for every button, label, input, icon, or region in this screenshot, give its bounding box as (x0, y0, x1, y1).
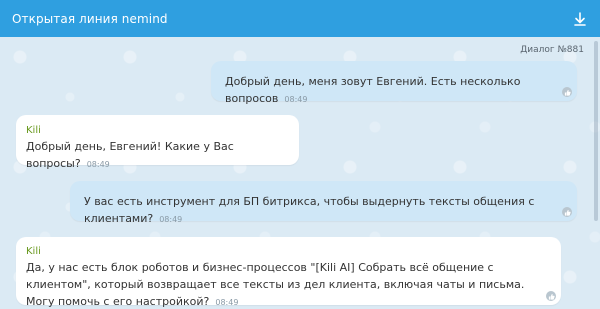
like-icon[interactable] (546, 291, 556, 301)
message-time: 08:49 (86, 160, 110, 169)
dialog-number: Диалог №881 (520, 45, 584, 55)
message-incoming: Kili Добрый день, Евгений! Какие у Вас в… (16, 115, 299, 170)
like-icon[interactable] (562, 207, 572, 217)
sender-name[interactable]: Kili (26, 125, 289, 136)
like-icon[interactable] (562, 87, 572, 97)
message-text: У вас есть инструмент для БП битрикса, ч… (84, 195, 535, 225)
message-outgoing: У вас есть инструмент для БП битрикса, ч… (70, 181, 577, 225)
message-text: Добрый день, меня зовут Евгений. Есть не… (225, 75, 521, 105)
message-time: 08:49 (159, 215, 183, 224)
message-text: Добрый день, Евгений! Какие у Вас вопрос… (26, 140, 234, 170)
chat-header: Открытая линия nemind (0, 0, 600, 37)
chat-area[interactable]: Диалог №881 Добрый день, меня зовут Евге… (0, 37, 600, 309)
header-title: Открытая линия nemind (12, 11, 168, 26)
message-time: 08:49 (215, 298, 239, 307)
download-icon[interactable] (572, 11, 588, 27)
message-time: 08:49 (284, 95, 308, 104)
message-incoming: Kili Да, у нас есть блок роботов и бизне… (16, 237, 561, 308)
scrollbar[interactable] (594, 41, 598, 221)
message-outgoing: Добрый день, меня зовут Евгений. Есть не… (211, 61, 577, 105)
sender-name[interactable]: Kili (26, 246, 551, 257)
message-text: Да, у нас есть блок роботов и бизнес-про… (26, 261, 525, 308)
